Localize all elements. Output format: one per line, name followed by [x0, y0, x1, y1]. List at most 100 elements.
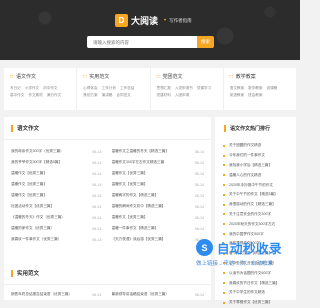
category-link[interactable]: 说课稿	[267, 86, 278, 90]
article-row[interactable]: 温暖两字的作文【精选三篇】 06-14	[112, 190, 205, 201]
article-title[interactable]: 温暖作文【优秀三篇】	[11, 182, 47, 187]
article-row[interactable]: 温暖的瞬间作文初中【精选三篇】 06-14	[112, 201, 205, 212]
section-title[interactable]: 实用范文	[17, 269, 39, 277]
article-row[interactable]: 最新领导讲话稿结束语（优秀三篇） 06-14	[112, 289, 205, 300]
ranking-item-title[interactable]: 2020年手抄报中午节的作文	[229, 183, 273, 188]
category-link[interactable]: 党课学习	[197, 86, 211, 90]
article-row[interactable]: 销售年终总结报告结束语（优秀三篇） 06-14	[11, 289, 102, 300]
article-title[interactable]: 温暖作文300字左右作文精选三篇	[112, 160, 165, 165]
category-link[interactable]: 作文素材	[28, 93, 42, 97]
ranking-item[interactable]: 今年我们的一件事作文	[223, 151, 290, 161]
ranking-item[interactable]: 2020年手抄报中午节的作文	[223, 180, 290, 190]
category-link[interactable]: 数学教案	[248, 86, 262, 90]
article-row[interactable]: 温暖作文【优秀三篇】 06-14	[11, 190, 102, 201]
category-link[interactable]: 初中作文	[43, 86, 57, 90]
article-row[interactable]: 社团活动作文【优秀三篇】 06-14	[11, 201, 102, 212]
category-heading[interactable]: □ 实用范文	[83, 73, 149, 81]
article-title[interactable]: 《温暖的冬天》作文（优秀三篇）	[11, 215, 65, 220]
article-date: 06-14	[194, 292, 204, 297]
ranking-item-title[interactable]: 关于团圆的作文精选	[229, 143, 261, 148]
search-button[interactable]: 搜索	[197, 36, 214, 48]
category-link[interactable]: 心得体会	[83, 86, 97, 90]
category-link[interactable]: 入党申请书	[175, 86, 193, 90]
category-link[interactable]: 工作总结	[120, 86, 134, 90]
category-link[interactable]: 入团申请	[175, 93, 189, 97]
category-link[interactable]: 满分作文	[47, 93, 61, 97]
site-logo[interactable]: D 大阅读 • 写作者指南	[115, 14, 192, 27]
ranking-item[interactable]: 我喜欢的节日作文【精选三篇】	[223, 278, 290, 288]
category-heading[interactable]: □ 语文作文	[10, 73, 76, 81]
search-input[interactable]	[87, 36, 197, 48]
ranking-item[interactable]: 2020年秋天的作文300字左右	[223, 219, 290, 229]
article-section: 实用范文 销售年终总结报告结束语（优秀三篇） 06-14 最新领导讲话稿结束语（优…	[4, 262, 211, 300]
article-row[interactable]: 我的爷爷作文300字【精选5篇】 06-14	[11, 157, 102, 168]
ranking-item-title[interactable]: 关于中学生的作文精选	[229, 290, 265, 295]
ranking-item[interactable]: 关于中学生的作文精选	[223, 288, 290, 298]
ranking-item-title[interactable]: 关于注意安全的作文300字	[229, 212, 271, 217]
ranking-item-title[interactable]: 关于中午节的作文【精选5篇】	[229, 192, 278, 197]
ranking-item[interactable]: 关于寒假作文【优秀三篇】	[223, 298, 290, 308]
site-header: D 大阅读 • 写作者指南 搜索	[0, 0, 300, 60]
article-title[interactable]: 《天方夜谭》读后感【优秀三篇】	[112, 237, 166, 242]
ranking-item[interactable]: 我找我小学后【精选三篇】	[223, 161, 290, 171]
article-row[interactable]: 我的母亲作文300字（优秀三篇） 06-14	[11, 146, 102, 157]
ranking-item-title[interactable]: 我喜欢的节日作文【精选三篇】	[229, 281, 279, 286]
article-title[interactable]: 温暖作文【优秀三篇】	[11, 193, 47, 198]
ranking-item[interactable]: 关于团圆的作文精选	[223, 141, 290, 151]
article-title[interactable]: 我喜欢一件事作文（优秀三篇）	[11, 237, 61, 242]
section-title[interactable]: 语文作文	[17, 124, 39, 132]
category-column: □ 语文作文 写日记 小学作文 初中作文高中作文 作文素材 满分作文	[4, 68, 78, 110]
article-row[interactable]: 温暖作文【优秀三篇】 06-14	[112, 168, 205, 179]
article-row[interactable]: 我喜欢一件事作文（优秀三篇） 06-14	[11, 234, 102, 245]
article-title[interactable]: 温暖两字的作文【精选三篇】	[112, 193, 159, 198]
article-row[interactable]: 温暖作文【优秀三篇】 06-14	[11, 168, 102, 179]
category-link[interactable]: 策划方案	[83, 93, 97, 97]
article-title[interactable]: 温暖作文之温暖的冬天【精选三篇】	[112, 149, 170, 154]
category-link[interactable]: 党建材料	[157, 93, 171, 97]
category-link[interactable]: 高中作文	[10, 93, 24, 97]
article-title[interactable]: 温暖作文【优秀三篇】	[112, 182, 148, 187]
article-title[interactable]: 最新领导讲话稿结束语（优秀三篇）	[112, 292, 170, 297]
category-heading[interactable]: □ 党团范文	[157, 73, 223, 81]
ranking-item[interactable]: 关于中午节的作文【精选5篇】	[223, 190, 290, 200]
ranking-item-title[interactable]: 我的中国梦作文500字	[229, 232, 264, 237]
article-row[interactable]: 温暖作文之温暖的冬天【精选三篇】 06-14	[112, 146, 205, 157]
article-row[interactable]: 温暖的家作文（优秀三篇） 06-14	[11, 223, 102, 234]
ranking-item-title[interactable]: 今年我们的一件事作文	[229, 153, 265, 158]
article-title[interactable]: 我的爷爷作文300字【精选5篇】	[11, 160, 62, 165]
ranking-item[interactable]: 关于注意安全的作文300字	[223, 210, 290, 220]
category-heading[interactable]: □ 教学教案	[230, 73, 296, 81]
ranking-item-title[interactable]: 温暖人心的作文精选	[229, 173, 261, 178]
category-link[interactable]: 班会教案	[248, 93, 262, 97]
article-row[interactable]: 温暖作文【优秀三篇】 06-14	[112, 179, 205, 190]
article-title[interactable]: 温暖作文【优秀三篇】	[112, 171, 148, 176]
article-title[interactable]: 温暖的瞬间作文初中【精选三篇】	[112, 204, 166, 209]
article-title[interactable]: 我的母亲作文300字（优秀三篇）	[11, 149, 64, 154]
article-row[interactable]: 《温暖的冬天》作文（优秀三篇） 06-14	[11, 212, 102, 223]
article-title[interactable]: 销售年终总结报告结束语（优秀三篇）	[11, 292, 72, 297]
category-link[interactable]: 语文教案	[230, 86, 244, 90]
article-title[interactable]: 温暖一件事作文【精选三篇】	[112, 226, 159, 231]
article-title[interactable]: 温暖作文【优秀三篇】	[11, 171, 47, 176]
category-link[interactable]: 小学作文	[25, 86, 39, 90]
category-link[interactable]: 英语教案	[230, 93, 244, 97]
ranking-item[interactable]: 我很感动的作文【精选三篇】	[223, 200, 290, 210]
article-row[interactable]: 温暖作文【优秀三篇】 06-14	[11, 179, 102, 190]
category-link[interactable]: 合同范文	[116, 93, 130, 97]
article-title[interactable]: 温暖的家作文（优秀三篇）	[11, 226, 54, 231]
article-row[interactable]: 温暖作文【优秀三篇】 06-14	[112, 212, 205, 223]
article-row[interactable]: 温暖一件事作文【精选三篇】 06-14	[112, 223, 205, 234]
ranking-item-title[interactable]: 2020年秋天的作文300字左右	[229, 222, 275, 227]
category-link[interactable]: 工作计划	[102, 86, 116, 90]
article-title[interactable]: 温暖作文【优秀三篇】	[112, 215, 148, 220]
ranking-item[interactable]: 温暖人心的作文精选	[223, 170, 290, 180]
ranking-item-title[interactable]: 关于寒假作文【优秀三篇】	[229, 300, 272, 305]
article-row[interactable]: 《天方夜谭》读后感【优秀三篇】06-14	[112, 234, 205, 245]
article-row[interactable]: 温暖作文300字左右作文精选三篇 06-14	[112, 157, 205, 168]
ranking-item-title[interactable]: 我很感动的作文【精选三篇】	[229, 202, 276, 207]
category-link[interactable]: 思想汇报	[157, 86, 171, 90]
category-link[interactable]: 写日记	[10, 86, 21, 90]
category-link[interactable]: 演讲稿	[102, 93, 113, 97]
article-title[interactable]: 社团活动作文【优秀三篇】	[11, 204, 54, 209]
ranking-item-title[interactable]: 我找我小学后【精选三篇】	[229, 163, 272, 168]
